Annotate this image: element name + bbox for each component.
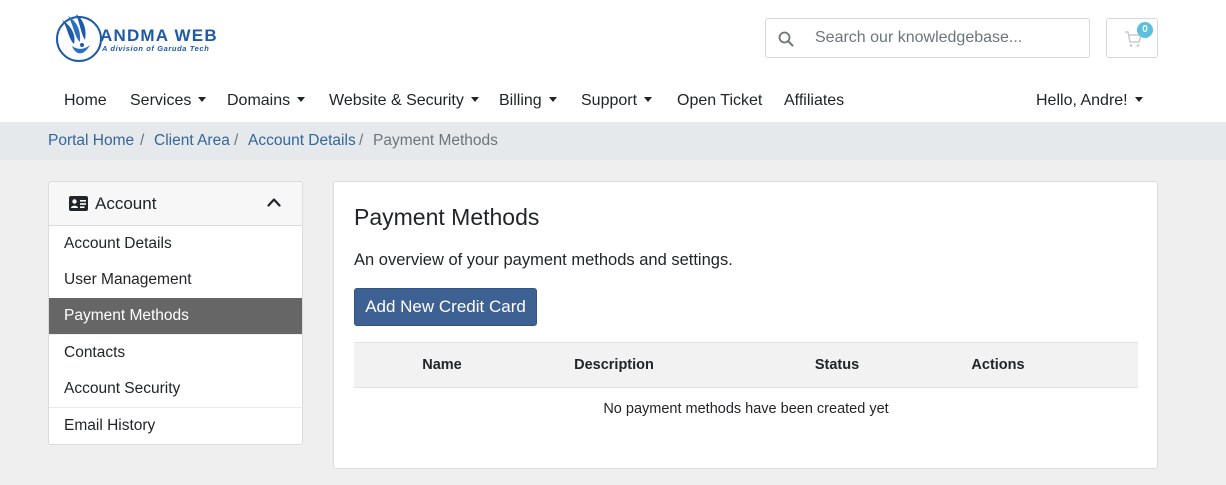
brand-tagline: A division of Garuda Tech	[102, 44, 210, 53]
sidebar-item-user-management[interactable]: User Management	[49, 262, 302, 299]
nav-label: Services	[130, 92, 192, 109]
breadcrumb-account-details[interactable]: Account Details	[248, 132, 356, 150]
account-sidebar: Account Account Details User Management …	[48, 181, 303, 445]
nav-label: Domains	[227, 92, 291, 109]
cart-button[interactable]: 0	[1106, 18, 1158, 58]
id-card-icon	[69, 196, 88, 211]
payment-methods-panel: Payment Methods An overview of your paym…	[333, 181, 1158, 469]
nav-services[interactable]: Services	[130, 82, 207, 120]
breadcrumb-payment-methods: Payment Methods	[373, 132, 498, 149]
caret-down-icon	[1134, 97, 1143, 102]
nav-label: Home	[64, 92, 107, 109]
sidebar-item-contacts[interactable]: Contacts	[49, 335, 302, 372]
user-greeting: Hello, Andre!	[1036, 92, 1128, 109]
breadcrumb-separator: /	[234, 132, 239, 149]
sidebar-title: Account	[95, 194, 157, 213]
caret-down-icon	[198, 97, 207, 102]
garuda-bird-logo-icon	[56, 14, 102, 62]
column-header-actions: Actions	[971, 357, 1025, 373]
caret-down-icon	[644, 97, 653, 102]
breadcrumb-separator: /	[140, 132, 145, 149]
search-input[interactable]	[802, 20, 1082, 56]
nav-label: Support	[581, 92, 638, 109]
table-header: Name Description Status Actions	[354, 342, 1138, 388]
nav-domains[interactable]: Domains	[227, 82, 306, 120]
nav-label: Billing	[499, 92, 542, 109]
search-icon[interactable]	[778, 31, 794, 47]
main-nav: Home Services Domains Website & Security…	[0, 82, 1226, 120]
breadcrumb-separator: /	[359, 132, 364, 149]
page-title: Payment Methods	[354, 204, 540, 230]
nav-label: Open Ticket	[677, 92, 763, 109]
nav-open-ticket[interactable]: Open Ticket	[677, 82, 762, 120]
breadcrumb-client-area[interactable]: Client Area	[154, 132, 230, 150]
search-box	[765, 18, 1090, 58]
sidebar-item-payment-methods[interactable]: Payment Methods	[49, 298, 302, 335]
nav-billing[interactable]: Billing	[499, 82, 557, 120]
nav-home[interactable]: Home	[64, 82, 107, 120]
nav-website-security[interactable]: Website & Security	[329, 82, 479, 120]
logo[interactable]: ANDMA WEB A division of Garuda Tech	[54, 12, 224, 64]
sidebar-item-account-security[interactable]: Account Security	[49, 371, 302, 408]
column-header-description[interactable]: Description	[564, 357, 664, 373]
empty-table-message: No payment methods have been created yet	[603, 401, 889, 417]
chevron-up-icon[interactable]	[267, 197, 281, 207]
header: ANDMA WEB A division of Garuda Tech 0 Ho…	[0, 0, 1226, 122]
sidebar-header[interactable]: Account	[49, 182, 302, 226]
sidebar-item-account-details[interactable]: Account Details	[49, 226, 302, 263]
breadcrumb-portal-home[interactable]: Portal Home	[48, 132, 134, 150]
nav-label: Website & Security	[329, 92, 464, 109]
breadcrumb: Portal Home / Client Area / Account Deta…	[0, 122, 1226, 160]
brand-name: ANDMA WEB	[100, 26, 218, 45]
nav-support[interactable]: Support	[581, 82, 653, 120]
cart-count-badge: 0	[1137, 22, 1153, 38]
add-new-credit-card-button[interactable]: Add New Credit Card	[354, 288, 537, 326]
caret-down-icon	[297, 97, 306, 102]
caret-down-icon	[548, 97, 557, 102]
page-description: An overview of your payment methods and …	[354, 251, 733, 269]
sidebar-item-email-history[interactable]: Email History	[49, 408, 302, 444]
user-menu[interactable]: Hello, Andre!	[1036, 82, 1143, 120]
caret-down-icon	[470, 97, 479, 102]
nav-affiliates[interactable]: Affiliates	[784, 82, 844, 120]
column-header-name[interactable]: Name	[402, 357, 482, 373]
column-header-status[interactable]: Status	[797, 357, 877, 373]
nav-label: Affiliates	[784, 92, 845, 109]
